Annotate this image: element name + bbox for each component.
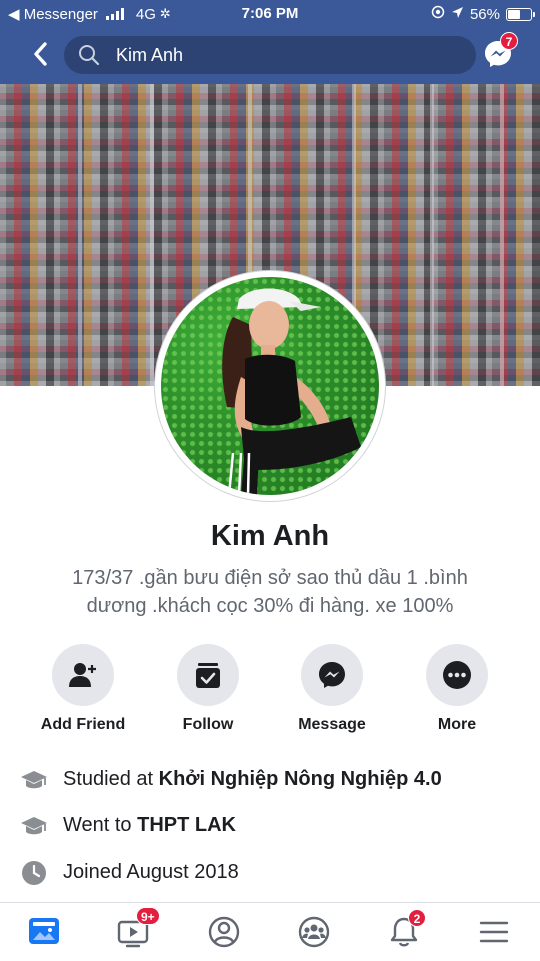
message-label: Message (298, 716, 366, 733)
studied-school[interactable]: Khởi Nghiệp Nông Nghiệp 4.0 (159, 768, 442, 790)
watch-badge: 9+ (136, 907, 160, 925)
bio-line-2: dương .khách cọc 30% đi hàng. xe 100% (86, 595, 454, 617)
message-circle (301, 644, 363, 706)
follow-button[interactable]: Follow (153, 644, 263, 734)
more-circle (426, 644, 488, 706)
messenger-icon (319, 662, 345, 688)
profile-picture[interactable] (154, 270, 386, 502)
nav-profile[interactable] (206, 915, 246, 951)
back-button[interactable] (28, 38, 54, 70)
nav-watch[interactable]: 9+ (116, 907, 160, 951)
follow-icon (196, 663, 220, 688)
studied-text: Studied at Khởi Nghiệp Nông Nghiệp 4.0 (63, 768, 442, 791)
follow-label: Follow (182, 716, 234, 733)
follow-circle (177, 644, 239, 706)
joined-text: Joined August 2018 (63, 861, 239, 883)
message-button[interactable]: Message (277, 644, 387, 734)
profile-actions: Add Friend Follow Message More (0, 644, 540, 734)
search-bar[interactable]: Kim Anh (64, 36, 476, 74)
nav-notifications[interactable]: 2 (386, 909, 426, 951)
orientation-lock-icon (431, 5, 445, 23)
add-friend-circle (52, 644, 114, 706)
battery-icon (506, 7, 535, 21)
studied-prefix: Studied at (63, 768, 159, 790)
chevron-left-icon (34, 42, 47, 66)
search-icon (78, 44, 100, 71)
location-icon (451, 6, 464, 23)
graduation-cap-icon (20, 812, 48, 840)
search-query: Kim Anh (116, 45, 184, 65)
top-bar: ◀ Messenger 4G ✲ 7:06 PM 56% Kim Anh 7 (0, 0, 540, 84)
profile-bio: 173/37 .gần bưu điện sở sao thủ dầu 1 .b… (30, 564, 510, 620)
groups-icon (298, 916, 330, 948)
add-friend-label: Add Friend (40, 716, 126, 733)
more-icon (443, 661, 471, 689)
nav-news-feed[interactable] (26, 915, 66, 951)
went-to-text: Went to THPT LAK (63, 814, 236, 837)
clock-icon (20, 859, 48, 887)
went-to-prefix: Went to (63, 814, 138, 836)
bottom-nav: 9+ 2 (0, 902, 540, 961)
status-bar: ◀ Messenger 4G ✲ 7:06 PM 56% (0, 0, 540, 28)
went-to-school[interactable]: THPT LAK (137, 814, 236, 836)
graduation-cap-icon (20, 766, 48, 794)
bio-line-1: 173/37 .gần bưu điện sở sao thủ dầu 1 .b… (72, 567, 468, 589)
profile-name: Kim Anh (210, 520, 330, 552)
more-button[interactable]: More (402, 644, 512, 734)
more-label: More (437, 716, 477, 733)
messenger-button[interactable]: 7 (482, 32, 518, 70)
status-right: 56% (431, 5, 535, 23)
news-feed-icon (29, 918, 59, 944)
add-friend-icon (69, 663, 96, 687)
battery-percent: 56% (469, 5, 500, 23)
profile-photo (161, 277, 379, 495)
person-figure (222, 288, 361, 495)
nav-menu[interactable] (476, 915, 516, 951)
notifications-badge: 2 (408, 909, 426, 927)
profile-icon (208, 916, 240, 948)
messenger-badge: 7 (500, 32, 518, 50)
add-friend-button[interactable]: Add Friend (28, 644, 138, 734)
nav-groups[interactable] (296, 915, 336, 951)
hamburger-menu-icon (479, 921, 509, 943)
